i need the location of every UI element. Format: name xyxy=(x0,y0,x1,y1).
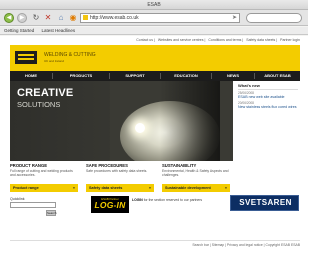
partner-login-badge[interactable]: ESAB Partner LOG-IN xyxy=(91,196,129,213)
forward-button[interactable]: ▶ xyxy=(17,13,27,23)
rss-icon[interactable]: ◉ xyxy=(68,13,78,23)
header-tagline: WELDING & CUTTING UK and Ireland xyxy=(44,52,96,64)
util-link-terms[interactable]: Conditions and terms xyxy=(208,38,241,42)
nav-home[interactable]: HOME xyxy=(10,71,52,81)
nav-about[interactable]: ABOUT ESAB xyxy=(255,71,300,81)
util-link-websites[interactable]: Websites and service centres xyxy=(158,38,204,42)
browser-window: ESAB ◀ ▶ ↻ ✕ ⌂ ◉ http://www.esab.co.uk ➤… xyxy=(0,0,308,257)
util-link-sds[interactable]: Safety data sheets xyxy=(246,38,275,42)
column-description: Safe procedures with safety data sheets. xyxy=(86,169,148,173)
login-description: LOGIN for the section reserved to our pa… xyxy=(132,198,202,202)
main-nav: HOME PRODUCTS SUPPORT EDUCATION NEWS ABO… xyxy=(10,71,300,81)
welder-image xyxy=(160,81,220,161)
svetsaren-text: SVETSAREN xyxy=(239,198,292,207)
stop-icon[interactable]: ✕ xyxy=(43,13,53,23)
whats-new-heading: What's new xyxy=(238,83,260,88)
nav-news[interactable]: NEWS xyxy=(212,71,254,81)
nav-support[interactable]: SUPPORT xyxy=(110,71,160,81)
welding-spark-image xyxy=(135,123,145,133)
quicklink-search-button[interactable]: Search xyxy=(46,210,57,216)
safety-data-sheets-button[interactable]: Safety data sheets » xyxy=(86,184,154,192)
reload-icon[interactable]: ↻ xyxy=(31,13,41,23)
product-range-button[interactable]: Product range » xyxy=(10,184,78,192)
button-label: Product range xyxy=(13,186,39,190)
bookmarks-bar: Getting Started Latest Headlines xyxy=(0,27,308,35)
bookmark-getting-started[interactable]: Getting Started xyxy=(4,28,34,33)
hero-subtitle: SOLUTIONS xyxy=(17,100,61,109)
browser-toolbar: ◀ ▶ ↻ ✕ ⌂ ◉ http://www.esab.co.uk ➤ xyxy=(0,10,308,26)
back-button[interactable]: ◀ xyxy=(4,13,14,23)
util-link-partner[interactable]: Partner login xyxy=(280,38,300,42)
login-text: for the section reserved to our partners xyxy=(143,198,203,202)
address-bar[interactable]: http://www.esab.co.uk ➤ xyxy=(80,13,240,23)
sustainable-development-button[interactable]: Sustainable development » xyxy=(162,184,230,192)
go-arrow-icon[interactable]: ➤ xyxy=(232,14,237,22)
page-content: Contact us | Websites and service centre… xyxy=(10,36,300,257)
column-description: Environmental, Health & Safety Aspects a… xyxy=(162,169,229,177)
button-label: Safety data sheets xyxy=(89,186,123,190)
arrow-right-icon: » xyxy=(148,185,151,190)
util-link-contact[interactable]: Contact us xyxy=(136,38,153,42)
hero-title: CREATIVE xyxy=(17,87,74,99)
esab-logo[interactable] xyxy=(15,51,37,64)
tagline-small-text: UK and Ireland xyxy=(44,59,65,63)
arrow-right-icon: » xyxy=(72,185,75,190)
column-description: Full range of cutting and welding produc… xyxy=(10,169,73,177)
badge-main-text: LOG-IN xyxy=(94,200,126,210)
window-title: ESAB xyxy=(147,2,161,8)
utility-nav: Contact us | Websites and service centre… xyxy=(136,38,300,42)
column-heading: PRODUCT RANGE xyxy=(10,163,47,168)
nav-education[interactable]: EDUCATION xyxy=(161,71,211,81)
quicklink-label: Quicklink xyxy=(10,197,25,201)
home-icon[interactable]: ⌂ xyxy=(56,13,66,23)
nav-products[interactable]: PRODUCTS xyxy=(53,71,109,81)
arrow-right-icon: » xyxy=(224,185,227,190)
favicon-icon xyxy=(83,15,88,20)
address-bar-text: http://www.esab.co.uk xyxy=(90,15,139,21)
footer-links: Search bar | Sitemap | Privacy and legal… xyxy=(192,243,300,247)
news-link[interactable]: ESAB new web site available xyxy=(238,95,298,100)
button-label: Sustainable development xyxy=(165,186,211,190)
bookmark-latest-headlines[interactable]: Latest Headlines xyxy=(42,28,76,33)
login-link[interactable]: LOGIN xyxy=(132,198,143,202)
news-link[interactable]: New stainless steels flux cored wires xyxy=(238,105,298,110)
column-heading: SAFE PROCEDURES xyxy=(86,163,128,168)
whats-new-panel: What's new 25/06/2008 ESAB new web site … xyxy=(236,81,300,181)
column-heading: SUSTAINABILITY xyxy=(162,163,197,168)
quicklink-input[interactable] xyxy=(10,202,56,208)
web-page: Contact us | Websites and service centre… xyxy=(0,36,308,257)
browser-search-input[interactable] xyxy=(246,13,302,23)
window-titlebar: ESAB xyxy=(0,0,308,10)
svetsaren-banner[interactable]: SVETSAREN xyxy=(230,195,299,211)
hero-banner[interactable]: CREATIVE SOLUTIONS xyxy=(10,81,233,161)
